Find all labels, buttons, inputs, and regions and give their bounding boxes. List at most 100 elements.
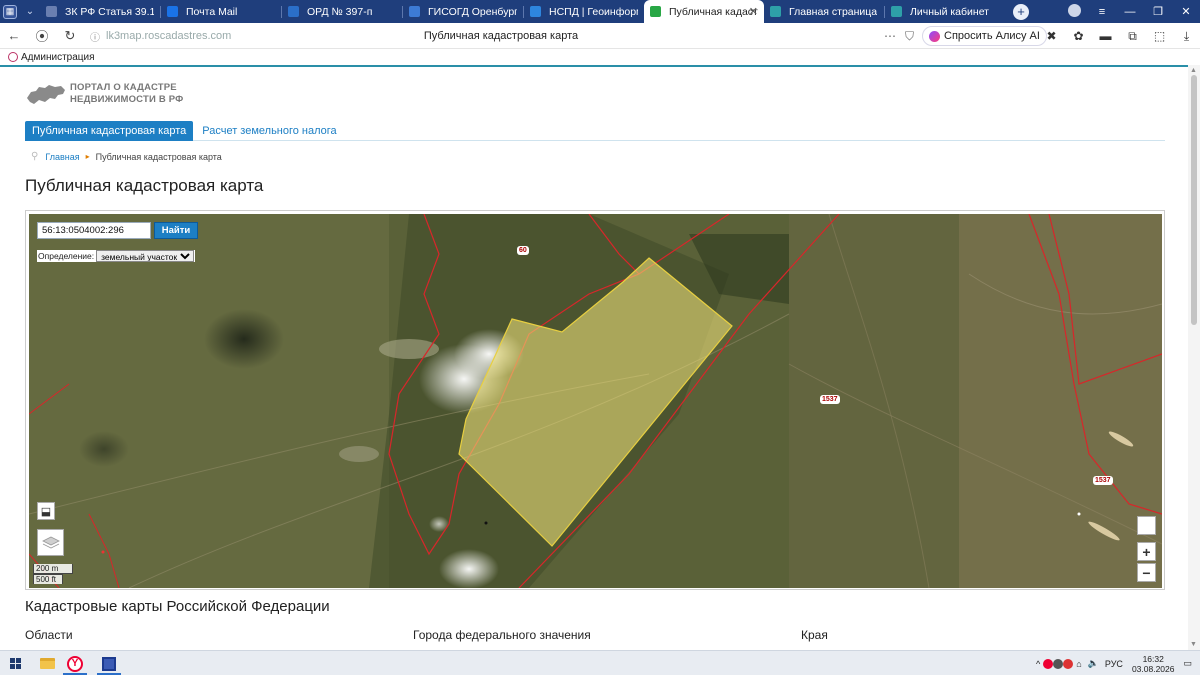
- fullscreen-button[interactable]: ⬓: [37, 502, 55, 520]
- zoom-out-button[interactable]: −: [1137, 563, 1156, 582]
- cadastral-number-input[interactable]: [37, 222, 151, 239]
- url-field[interactable]: ⓘ lk3map.roscadastres.com Публичная када…: [86, 25, 916, 47]
- close-window-button[interactable]: ✕: [1172, 5, 1200, 18]
- bookmark-favicon: [8, 52, 18, 62]
- tray-chevron-icon[interactable]: ^: [1036, 659, 1040, 669]
- browser-tab[interactable]: Главная страница: [764, 0, 884, 23]
- profile-button[interactable]: [1060, 3, 1088, 20]
- column-regions: Области: [25, 628, 73, 642]
- volume-icon[interactable]: 🔈: [1088, 658, 1099, 669]
- tab-label: Главная страница: [789, 5, 878, 18]
- bookmark-item[interactable]: Администрация: [21, 52, 95, 63]
- browser-tab[interactable]: НСПД | Геоинформацис: [524, 0, 644, 23]
- extensions-area: ✖ ✿ ▬ ⧉ ⬚ ⤓: [1038, 23, 1200, 49]
- extension-3-icon[interactable]: ▬: [1092, 29, 1119, 43]
- scroll-thumb[interactable]: [1191, 75, 1197, 325]
- extension-2-icon[interactable]: ✿: [1065, 29, 1092, 43]
- tab-favicon-icon: [530, 6, 541, 17]
- scale-imperial: 500 ft: [33, 574, 63, 584]
- avatar: [1067, 3, 1081, 17]
- definition-label: Определение:: [38, 251, 95, 261]
- chevron-down-icon[interactable]: ⌄: [20, 6, 40, 17]
- ask-alice-label: Спросить Алису AI: [944, 30, 1040, 42]
- zoom-in-button[interactable]: +: [1137, 542, 1156, 561]
- clock[interactable]: 16:32 03.08.2026: [1132, 654, 1175, 674]
- tab-manager-button[interactable]: ▦: [0, 0, 20, 23]
- tab-favicon-icon: [891, 6, 902, 17]
- map-viewport[interactable]: 60 1537 1537 Найти Определение: земельны…: [29, 214, 1162, 588]
- notifications-icon[interactable]: ▭: [1183, 658, 1192, 669]
- extensions-icon[interactable]: ⧉: [1119, 29, 1146, 44]
- layers-button[interactable]: [37, 529, 64, 556]
- tab-label: НСПД | Геоинформацис: [549, 5, 638, 18]
- system-tray: ^ ⌂ 🔈 РУС 16:32 03.08.2026 ▭: [1033, 651, 1200, 675]
- close-tab-icon[interactable]: ✕: [749, 5, 758, 18]
- browser-tab[interactable]: ГИСОГД Оренбургской: [403, 0, 523, 23]
- ask-alice-button[interactable]: Спросить Алису AI: [922, 26, 1047, 46]
- tab-label: Личный кабинет: [910, 5, 989, 18]
- network-icon[interactable]: ⌂: [1076, 659, 1081, 669]
- download-icon[interactable]: ⤓: [1173, 29, 1200, 44]
- extension-1-icon[interactable]: ✖: [1038, 29, 1065, 43]
- menu-icon[interactable]: ≡: [1088, 6, 1116, 18]
- logo-line-1: ПОРТАЛ О КАДАСТРЕ: [70, 82, 177, 93]
- page-content: ПОРТАЛ О КАДАСТРЕ НЕДВИЖИМОСТИ В РФ Публ…: [0, 67, 1188, 650]
- breadcrumb: ⚲ Главная ▸ Публичная кадастровая карта: [31, 151, 222, 162]
- page-scrollbar[interactable]: ▲ ▼: [1188, 65, 1200, 650]
- tray-app-2-icon[interactable]: [1063, 658, 1074, 669]
- tab-label: Публичная кадастрова: [669, 5, 758, 18]
- sidebar-icon[interactable]: ⬚: [1146, 29, 1173, 43]
- browser-tab[interactable]: Почта Mail: [161, 0, 281, 23]
- minimize-button[interactable]: —: [1116, 6, 1144, 18]
- tab-label: ЗК РФ Статья 39.12. Про: [65, 5, 154, 18]
- location-pin-icon: ⚲: [31, 151, 39, 162]
- map-scale: 200 m 500 ft: [33, 564, 73, 584]
- reload-button[interactable]: ↻: [56, 28, 84, 44]
- map-tool-button[interactable]: [1137, 516, 1156, 535]
- browser-tab-bar: ▦ ⌄ ЗК РФ Статья 39.12. Про Почта Mail ОРД…: [0, 0, 1200, 23]
- breadcrumb-home[interactable]: Главная: [45, 152, 79, 162]
- tab-manager-icon: ▦: [3, 4, 17, 19]
- folder-icon: [39, 658, 55, 669]
- window-controls: ≡ — ❐ ✕: [1060, 0, 1200, 23]
- tab-label: ОРД № 397-п: [307, 5, 373, 18]
- yandex-browser-button[interactable]: Y: [65, 653, 85, 674]
- site-logo[interactable]: ПОРТАЛ О КАДАСТРЕ НЕДВИЖИМОСТИ В РФ: [25, 80, 184, 108]
- browser-tab[interactable]: ОРД № 397-п: [282, 0, 402, 23]
- browser-tab[interactable]: Публичная кадастрова✕: [644, 0, 764, 23]
- definition-row: Определение: земельный участок: [37, 250, 196, 262]
- nav-cadastral-map[interactable]: Публичная кадастровая карта: [25, 121, 194, 141]
- search-button[interactable]: Найти: [154, 222, 198, 239]
- language-indicator[interactable]: РУС: [1105, 659, 1123, 669]
- more-icon[interactable]: ⋯: [884, 29, 896, 43]
- bookmarks-bar: Администрация: [0, 49, 1200, 65]
- russia-map-icon: [27, 85, 65, 104]
- tab-label: ГИСОГД Оренбургской: [428, 5, 517, 18]
- floppy-icon: [102, 656, 116, 671]
- scale-metric: 200 m: [33, 564, 73, 574]
- scroll-down-icon[interactable]: ▼: [1190, 641, 1197, 648]
- bookmark-icon[interactable]: ⛉: [905, 29, 914, 44]
- breadcrumb-separator-icon: ▸: [85, 152, 90, 161]
- tray-app-icon[interactable]: [1053, 658, 1064, 669]
- tab-favicon-icon: [770, 6, 781, 17]
- explorer-button[interactable]: [38, 653, 56, 674]
- clock-time: 16:32: [1142, 653, 1164, 664]
- back-button[interactable]: ←: [0, 28, 28, 43]
- definition-select[interactable]: земельный участок: [96, 250, 195, 262]
- column-federal-cities: Города федерального значения: [413, 628, 591, 642]
- road-label-1537-a: 1537: [820, 395, 840, 404]
- tab-favicon-icon: [409, 6, 420, 17]
- tab-label: Почта Mail: [186, 5, 238, 18]
- yandex-tray-icon[interactable]: [1043, 658, 1054, 669]
- scroll-up-icon[interactable]: ▲: [1190, 67, 1197, 74]
- new-tab-button[interactable]: +: [1013, 3, 1029, 20]
- start-button[interactable]: [8, 653, 22, 674]
- protect-icon[interactable]: ⦿: [28, 26, 56, 45]
- tab-favicon-icon: [46, 6, 57, 17]
- app-button[interactable]: [99, 653, 119, 674]
- browser-tab[interactable]: ЗК РФ Статья 39.12. Про: [40, 0, 160, 23]
- browser-tab[interactable]: Личный кабинет: [885, 0, 1005, 23]
- maximize-button[interactable]: ❐: [1144, 5, 1172, 18]
- nav-land-tax[interactable]: Расчет земельного налога: [193, 121, 345, 141]
